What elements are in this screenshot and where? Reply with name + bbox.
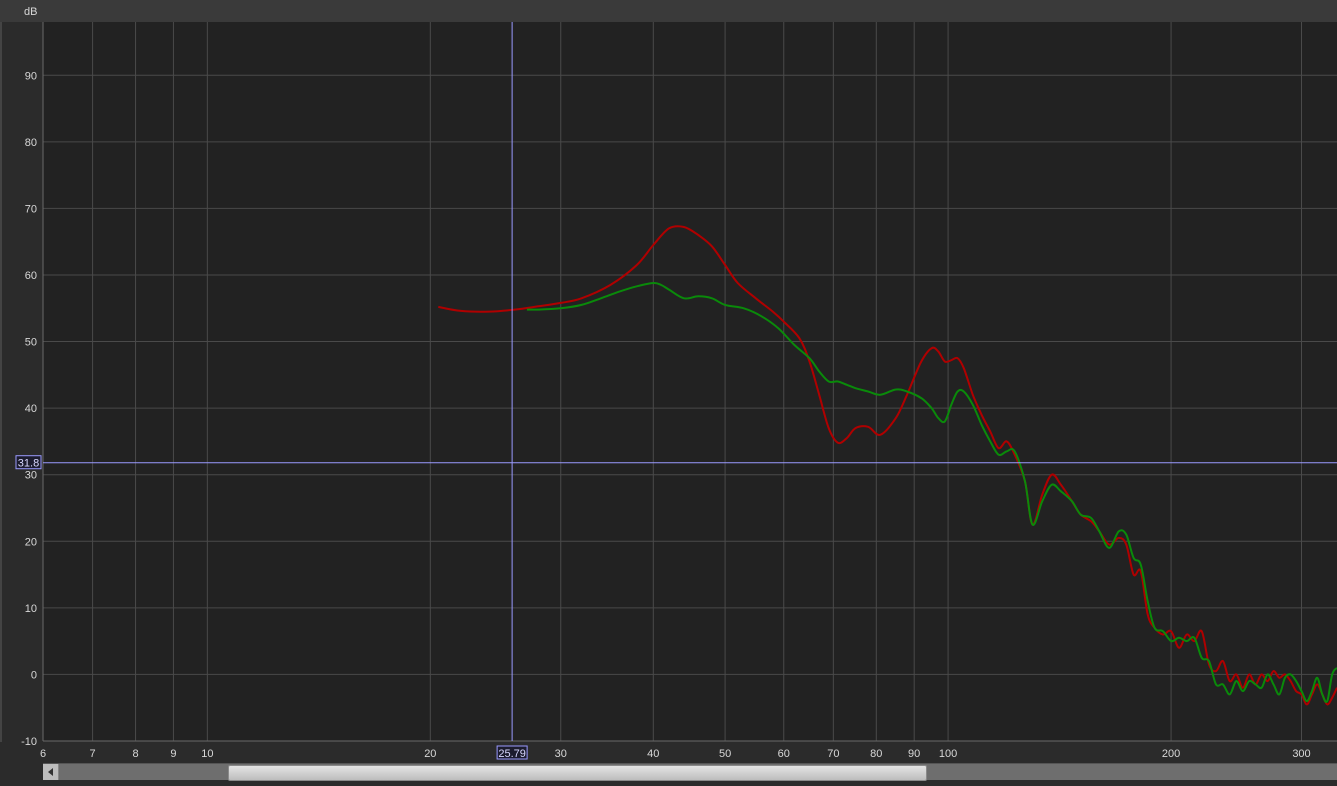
rew-graph-window: 31.8 25.79 6 7 8 9 10 20 30 40 50 60 70 80 90 100 200 30…: [0, 0, 1337, 786]
x-tick-label: 90: [908, 748, 920, 760]
left-arrow-icon: [48, 768, 53, 776]
x-tick-label: 80: [870, 748, 882, 760]
cursor-x-readout: 25.79: [498, 748, 526, 760]
horizontal-scrollbar[interactable]: [43, 763, 1337, 781]
y-tick-label: 0: [31, 669, 37, 681]
y-tick-label: 50: [25, 337, 37, 349]
x-tick-label: 100: [939, 748, 957, 760]
x-tick-label: 8: [132, 748, 138, 760]
y-tick-label: 70: [25, 203, 37, 215]
x-tick-label: 70: [827, 748, 839, 760]
x-tick-label: 6: [40, 748, 46, 760]
x-tick-label: 60: [778, 748, 790, 760]
y-axis-ticks: -10 0 10 20 30 40 50 60 70 80 90: [21, 70, 37, 748]
x-tick-label: 30: [555, 748, 567, 760]
x-tick-label: 7: [90, 748, 96, 760]
frequency-response-chart[interactable]: 31.825.79 6 7 8 9 10 20 30 40 50 60 70 80 90 100 200 30…: [0, 0, 1337, 786]
y-axis-unit-label: dB: [24, 6, 37, 18]
x-tick-label: 40: [647, 748, 659, 760]
y-tick-label: 20: [25, 536, 37, 548]
plot-area[interactable]: [43, 22, 1337, 741]
x-tick-label: 20: [424, 748, 436, 760]
x-axis-ticks: 6 7 8 9 10 20 30 40 50 60 70 80 90 100 200 300: [40, 748, 1311, 760]
x-tick-label: 200: [1162, 748, 1180, 760]
y-tick-label: 60: [25, 270, 37, 282]
cursor-y-readout: 31.8: [18, 458, 39, 470]
x-tick-label: 300: [1292, 748, 1310, 760]
y-tick-label: 40: [25, 403, 37, 415]
y-tick-label: -10: [21, 736, 37, 748]
y-tick-label: 90: [25, 70, 37, 82]
y-tick-label: 10: [25, 603, 37, 615]
x-tick-label: 10: [201, 748, 213, 760]
x-tick-label: 9: [170, 748, 176, 760]
x-tick-label: 50: [719, 748, 731, 760]
scroll-left-arrow-button[interactable]: [43, 764, 59, 780]
y-tick-label: 30: [25, 470, 37, 482]
y-tick-label: 80: [25, 137, 37, 149]
scrollbar-thumb[interactable]: [228, 765, 927, 781]
